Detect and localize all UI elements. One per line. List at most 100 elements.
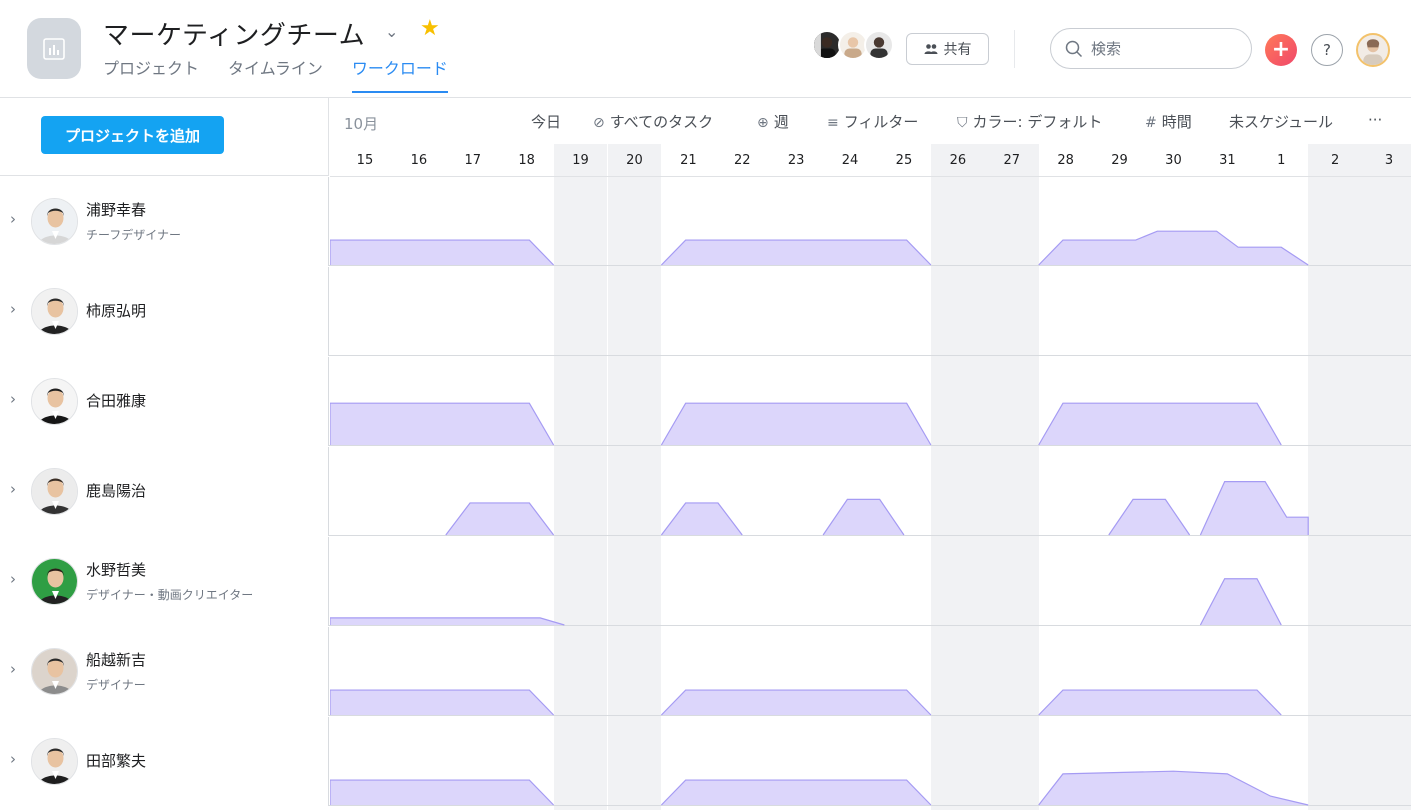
workload-area[interactable] (1038, 690, 1282, 715)
workload-graph[interactable] (330, 537, 1411, 626)
hours-button[interactable]: # 時間 (1145, 111, 1192, 132)
filter-button[interactable]: ≡ フィルター (827, 111, 918, 132)
workload-graph[interactable] (330, 177, 1411, 266)
date-label: 16 (410, 153, 428, 168)
workload-area[interactable] (330, 240, 554, 265)
person-role: デザイナー (86, 678, 146, 692)
paint-icon: ⛉ (957, 115, 968, 131)
person-info[interactable]: › 柿原弘明 (0, 267, 329, 356)
workload-area[interactable] (661, 240, 931, 265)
unscheduled-button[interactable]: 未スケジュール (1229, 111, 1333, 132)
quick-add-button[interactable]: + (1265, 34, 1297, 66)
person-info[interactable]: › 合田雅康 (0, 357, 329, 446)
workload-area[interactable] (1038, 403, 1282, 445)
workload-area[interactable] (1038, 231, 1309, 265)
hash-icon: # (1145, 115, 1157, 131)
workload-area[interactable] (1200, 481, 1309, 535)
person-role: チーフデザイナー (86, 228, 182, 242)
person-row: › 船越新吉 デザイナー (0, 627, 1411, 716)
workload-graph[interactable] (330, 267, 1411, 356)
workload-area[interactable] (330, 617, 565, 625)
date-label: 25 (895, 153, 913, 168)
workload-area[interactable] (330, 780, 554, 805)
color-button[interactable]: ⛉ カラー: デフォルト (957, 111, 1102, 132)
person-row: › 田部繁夫 (0, 717, 1411, 806)
person-role: デザイナー・動画クリエイター (86, 588, 254, 602)
filter-label: フィルター (843, 113, 919, 131)
people-icon (924, 44, 937, 54)
week-label: 週 (773, 113, 789, 131)
date-label: 27 (1003, 153, 1021, 168)
chevron-right-icon[interactable]: › (10, 390, 16, 408)
date-label: 30 (1165, 153, 1182, 168)
person-row: › 鹿島陽治 (0, 447, 1411, 536)
color-label: カラー: デフォルト (972, 113, 1103, 131)
workload-area[interactable] (445, 502, 554, 535)
person-info[interactable]: › 船越新吉 デザイナー (0, 627, 329, 716)
person-avatar-icon (31, 378, 78, 425)
workload-graph[interactable] (330, 627, 1411, 716)
filter-icon: ≡ (827, 115, 839, 131)
person-info[interactable]: › 田部繁夫 (0, 717, 329, 806)
tab-workload[interactable]: ワークロード (351, 55, 448, 93)
chevron-right-icon[interactable]: › (10, 480, 16, 498)
user-avatar[interactable] (1356, 33, 1390, 67)
date-label: 23 (787, 153, 805, 168)
share-button[interactable]: 共有 (906, 33, 989, 65)
workload-area[interactable] (661, 403, 931, 445)
person-name: 合田雅康 (86, 392, 147, 410)
person-info[interactable]: › 水野哲美 デザイナー・動画クリエイター (0, 537, 329, 626)
chevron-down-icon[interactable]: ⌄ (385, 22, 398, 41)
date-label: 29 (1111, 153, 1128, 168)
date-label: 26 (949, 153, 967, 168)
share-label: 共有 (943, 42, 972, 58)
month-label: 10月 (344, 115, 379, 133)
hours-label: 時間 (1161, 113, 1192, 131)
top-header: マーケティングチーム ⌄ ★ プロジェクト タイムライン ワークロード 共有 + (0, 0, 1411, 98)
person-row: › 合田雅康 (0, 357, 1411, 446)
chevron-right-icon[interactable]: › (10, 570, 16, 588)
more-options-icon[interactable]: ··· (1368, 111, 1382, 129)
help-button[interactable]: ? (1311, 34, 1343, 66)
member-avatars[interactable] (812, 30, 898, 64)
person-avatar-icon (31, 648, 78, 695)
search-icon (1065, 40, 1083, 57)
person-name: 鹿島陽治 (86, 482, 147, 500)
date-label: 18 (518, 153, 535, 168)
chevron-right-icon[interactable]: › (10, 210, 16, 228)
chevron-right-icon[interactable]: › (10, 660, 16, 678)
date-label: 28 (1057, 153, 1074, 168)
workload-area[interactable] (661, 780, 931, 805)
date-label: 17 (464, 153, 482, 168)
workload-area[interactable] (1038, 771, 1309, 805)
chevron-right-icon[interactable]: › (10, 750, 16, 768)
add-project-button[interactable]: プロジェクトを追加 (41, 116, 224, 154)
workload-graph[interactable] (330, 447, 1411, 536)
person-info[interactable]: › 鹿島陽治 (0, 447, 329, 536)
star-icon[interactable]: ★ (420, 16, 440, 41)
tab-timeline[interactable]: タイムライン (228, 55, 323, 93)
divider (1014, 30, 1015, 68)
all-tasks-button[interactable]: ⊘ すべてのタスク (593, 111, 713, 132)
workload-area[interactable] (661, 690, 931, 715)
workload-toolbar: 10月 今日 ⊘ すべてのタスク ⊕ 週 ≡ フィルター ⛉ カラー: デフォルト # 時… (330, 98, 1411, 144)
search-input[interactable] (1091, 39, 1241, 58)
workload-graph[interactable] (330, 717, 1411, 806)
week-zoom-button[interactable]: ⊕ 週 (757, 111, 789, 132)
person-avatar-icon (31, 558, 78, 605)
check-circle-icon: ⊘ (593, 115, 605, 131)
person-info[interactable]: › 浦野幸春 チーフデザイナー (0, 177, 329, 266)
search-box[interactable] (1050, 28, 1252, 69)
member-avatar-3 (864, 30, 894, 60)
workload-area[interactable] (330, 403, 554, 445)
chevron-right-icon[interactable]: › (10, 300, 16, 318)
project-icon[interactable] (27, 18, 81, 79)
date-label: 2 (1330, 153, 1340, 168)
workload-area[interactable] (330, 690, 554, 715)
workload-graph[interactable] (330, 357, 1411, 446)
tab-projects[interactable]: プロジェクト (103, 55, 199, 93)
date-label: 19 (572, 153, 589, 168)
today-button[interactable]: 今日 (531, 111, 561, 132)
person-name: 柿原弘明 (86, 302, 147, 320)
chart-icon (43, 37, 65, 60)
